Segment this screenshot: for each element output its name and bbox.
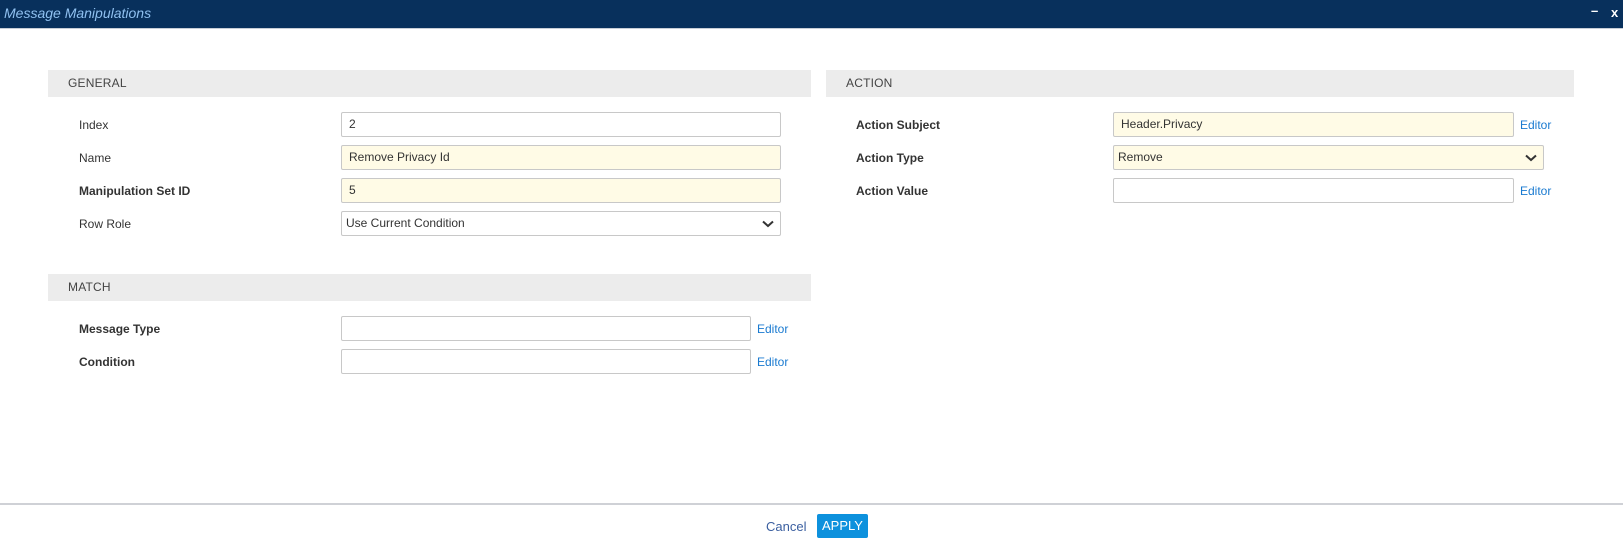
cancel-button[interactable]: Cancel: [766, 519, 806, 534]
message-type-label: Message Type: [79, 322, 161, 336]
action-value-input[interactable]: [1113, 178, 1514, 203]
message-type-editor-link[interactable]: Editor: [757, 322, 788, 336]
condition-label: Condition: [79, 355, 135, 369]
apply-button[interactable]: APPLY: [817, 514, 868, 538]
message-type-input[interactable]: [341, 316, 751, 341]
general-section-header: GENERAL: [48, 70, 811, 97]
minimize-icon[interactable]: –: [1591, 3, 1598, 18]
action-value-editor-link[interactable]: Editor: [1520, 184, 1551, 198]
action-subject-label: Action Subject: [856, 118, 941, 132]
manipulation-set-id-input[interactable]: 5: [341, 178, 781, 203]
window-title: Message Manipulations: [4, 5, 152, 21]
name-label: Name: [79, 151, 112, 165]
chevron-down-icon: [1525, 154, 1537, 162]
action-type-select[interactable]: Remove: [1113, 145, 1544, 170]
manipulation-set-id-label: Manipulation Set ID: [79, 184, 191, 198]
row-role-select[interactable]: Use Current Condition: [341, 211, 781, 236]
action-type-label: Action Type: [856, 151, 924, 165]
row-role-label: Row Role: [79, 217, 132, 231]
name-input[interactable]: Remove Privacy Id: [341, 145, 781, 170]
footer-divider: [0, 503, 1623, 505]
action-subject-editor-link[interactable]: Editor: [1520, 118, 1551, 132]
action-value-label: Action Value: [856, 184, 929, 198]
action-subject-input[interactable]: Header.Privacy: [1113, 112, 1514, 137]
close-icon[interactable]: x: [1611, 5, 1618, 20]
match-section-header: MATCH: [48, 274, 811, 301]
index-label: Index: [79, 118, 109, 132]
chevron-down-icon: [762, 220, 774, 228]
action-type-value: Remove: [1118, 150, 1163, 164]
row-role-value: Use Current Condition: [346, 216, 465, 230]
action-section-header: ACTION: [826, 70, 1574, 97]
condition-editor-link[interactable]: Editor: [757, 355, 788, 369]
window-titlebar: Message Manipulations – x: [0, 0, 1623, 29]
condition-input[interactable]: [341, 349, 751, 374]
index-input[interactable]: 2: [341, 112, 781, 137]
